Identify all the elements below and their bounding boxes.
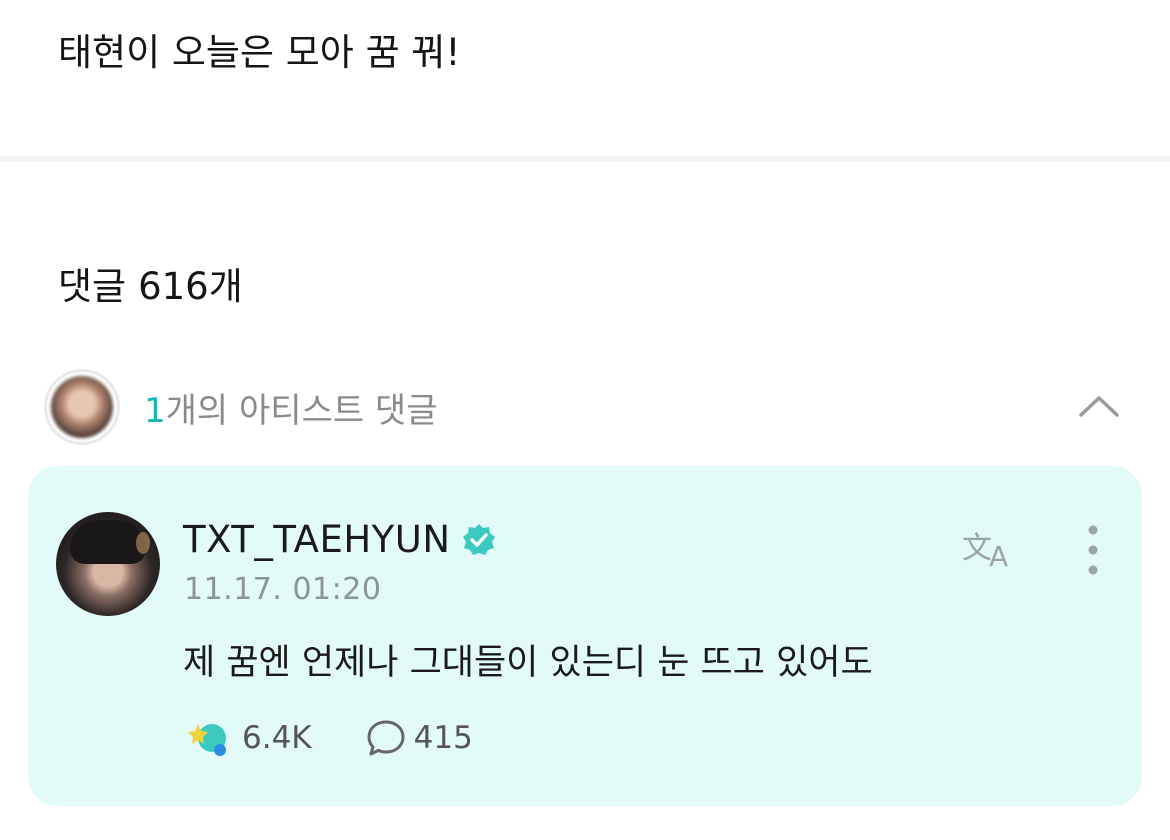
- reply-count: 415: [413, 720, 473, 756]
- translate-icon[interactable]: 文 A: [962, 522, 1020, 570]
- comment-author[interactable]: TXT_TAEHYUN: [183, 518, 497, 561]
- comment-body: 제 꿈엔 언제나 그대들이 있는디 눈 뜨고 있어도: [183, 643, 873, 683]
- svg-text:文: 文: [962, 531, 992, 566]
- comment-actions: 6.4K 415: [184, 716, 473, 760]
- artist-avatar: [44, 369, 120, 445]
- username: TXT_TAEHYUN: [183, 518, 451, 561]
- post-text: 태현이 오늘은 모아 꿈 꿔!: [58, 31, 461, 74]
- like-count: 6.4K: [242, 720, 312, 756]
- artist-comment-card: TXT_TAEHYUN 11.17. 01:20 文 A 제 꿈엔 언제나 그대…: [28, 466, 1142, 806]
- post-comments-screen: 태현이 오늘은 모아 꿈 꿔! 댓글 616개 1개의 아티스트 댓글 TXT_T…: [0, 0, 1170, 840]
- more-vertical-icon[interactable]: [1078, 522, 1108, 578]
- comments-label: 댓글: [58, 265, 127, 308]
- star-reaction-icon[interactable]: [184, 716, 232, 760]
- chevron-up-icon[interactable]: [1074, 382, 1124, 432]
- artist-comments-toggle[interactable]: 1개의 아티스트 댓글: [44, 368, 1124, 446]
- speech-bubble-icon[interactable]: [364, 716, 408, 760]
- comments-header: 댓글 616개: [58, 256, 243, 310]
- verified-badge-icon: [462, 523, 495, 555]
- comments-count: 616개: [138, 265, 243, 308]
- comment-avatar[interactable]: [56, 512, 160, 616]
- artist-comment-text: 개의 아티스트 댓글: [165, 390, 438, 431]
- artist-comment-count: 1: [144, 390, 166, 431]
- artist-comments-label: 1개의 아티스트 댓글: [144, 383, 438, 432]
- svg-text:A: A: [989, 540, 1008, 570]
- comment-timestamp: 11.17. 01:20: [184, 572, 382, 607]
- section-divider: [0, 156, 1170, 162]
- artist-avatar-image: [51, 376, 113, 438]
